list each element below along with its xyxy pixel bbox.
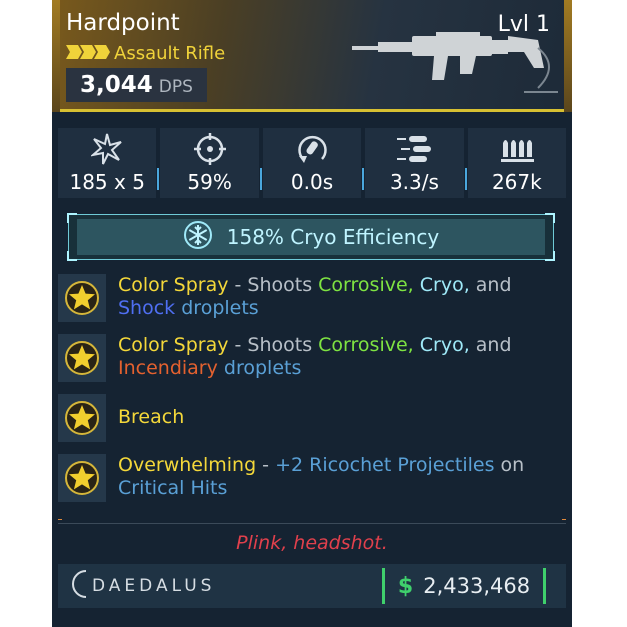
- stat-separator: [259, 168, 262, 190]
- weapon-name: Hardpoint: [66, 10, 180, 36]
- stat-separator: [157, 168, 160, 190]
- stat-magazine-value: 267k: [491, 170, 542, 194]
- star-badge-icon: [58, 334, 106, 382]
- keyword-critical-hits: Critical Hits: [118, 477, 228, 499]
- stat-fire-rate: 3.3/s: [365, 128, 467, 198]
- dps-readout: 3,044 DPS: [66, 68, 207, 102]
- daedalus-logo: [68, 569, 88, 603]
- reload-icon: [295, 132, 329, 166]
- divider-tick: [562, 519, 566, 529]
- stat-fire-rate-value: 3.3/s: [389, 170, 439, 194]
- perk-desc: - Shoots: [228, 334, 319, 356]
- element-efficiency-inner: 158% Cryo Efficiency: [77, 219, 545, 255]
- corner-bracket: [545, 213, 555, 223]
- element-incendiary: Incendiary: [118, 357, 218, 379]
- assault-rifle-icon: [348, 28, 564, 112]
- stat-reload-value: 0.0s: [290, 170, 334, 194]
- stat-damage: 185 x 5: [58, 128, 160, 198]
- element-efficiency-bar: 158% Cryo Efficiency: [67, 213, 555, 261]
- perk-desc: and: [469, 274, 512, 296]
- dps-value: 3,044: [80, 72, 153, 98]
- perk-desc: and: [469, 334, 512, 356]
- stat-accuracy: 59%: [160, 128, 262, 198]
- section-divider: [58, 523, 566, 524]
- dollar-icon: $: [397, 573, 414, 599]
- perk-desc: on: [494, 454, 525, 476]
- stat-accuracy-value: 59%: [187, 170, 232, 194]
- rarity-chevrons-icon: [66, 44, 110, 63]
- accuracy-icon: [193, 132, 227, 166]
- perk-title: Breach: [118, 406, 185, 428]
- price-value: 2,433,468: [423, 574, 531, 598]
- rarity-edge-right: [564, 0, 572, 112]
- perk-text: Color Spray - Shoots Corrosive, Cryo, an…: [118, 334, 558, 380]
- card-footer: DAEDALUS $ 2,433,468: [58, 564, 566, 608]
- perk-title: Overwhelming: [118, 454, 257, 476]
- star-badge-icon: [58, 274, 106, 322]
- perk-title: Color Spray: [118, 274, 229, 296]
- perk-desc: -: [256, 454, 276, 476]
- keyword-ricochet: +2 Ricochet Projectiles: [275, 454, 495, 476]
- perk-text: Color Spray - Shoots Corrosive, Cryo, an…: [118, 274, 558, 320]
- keyword-droplets: droplets: [181, 297, 259, 319]
- stat-separator: [362, 168, 365, 190]
- perk-text: Breach: [118, 406, 558, 429]
- stat-separator: [464, 168, 467, 190]
- rarity-edge-left: [52, 0, 60, 112]
- element-cryo: Cryo,: [419, 334, 470, 356]
- corner-bracket: [67, 213, 77, 223]
- fire-rate-icon: [395, 132, 433, 166]
- perk-desc: - Shoots: [228, 274, 319, 296]
- element-cryo: Cryo,: [419, 274, 470, 296]
- magazine-icon: [499, 132, 535, 166]
- keyword-droplets: droplets: [223, 357, 302, 379]
- manufacturer-logo: DAEDALUS: [68, 570, 248, 602]
- element-corrosive: Corrosive,: [318, 334, 414, 356]
- perk-title: Color Spray: [118, 334, 229, 356]
- divider-tick: [58, 519, 62, 529]
- weapon-stats: 185 x 5 59% 0.0s 3.3/s 267k: [56, 128, 568, 198]
- weapon-card: Hardpoint Lvl 1 Assault Rifle 3,044 DPS: [52, 0, 572, 627]
- price-readout: $ 2,433,468: [382, 568, 546, 604]
- element-corrosive: Corrosive,: [318, 274, 414, 296]
- star-badge-icon: [58, 394, 106, 442]
- flavor-text: Plink, headshot.: [236, 532, 388, 554]
- element-shock: Shock: [118, 297, 176, 319]
- perk-text: Overwhelming - +2 Ricochet Projectiles o…: [118, 454, 558, 500]
- dps-unit: DPS: [158, 77, 193, 97]
- cryo-snowflake-icon: [183, 220, 213, 254]
- weapon-type: Assault Rifle: [114, 42, 226, 64]
- element-efficiency-label: 158% Cryo Efficiency: [226, 225, 440, 249]
- stat-magazine: 267k: [467, 128, 567, 198]
- stat-reload: 0.0s: [262, 128, 365, 198]
- corner-bracket: [67, 251, 77, 261]
- damage-icon: [91, 132, 123, 166]
- weapon-header: Hardpoint Lvl 1 Assault Rifle 3,044 DPS: [52, 0, 572, 112]
- stat-damage-value: 185 x 5: [69, 170, 145, 194]
- manufacturer-name: DAEDALUS: [92, 576, 216, 596]
- weapon-type-row: Assault Rifle: [66, 42, 225, 64]
- star-badge-icon: [58, 454, 106, 502]
- corner-bracket: [545, 251, 555, 261]
